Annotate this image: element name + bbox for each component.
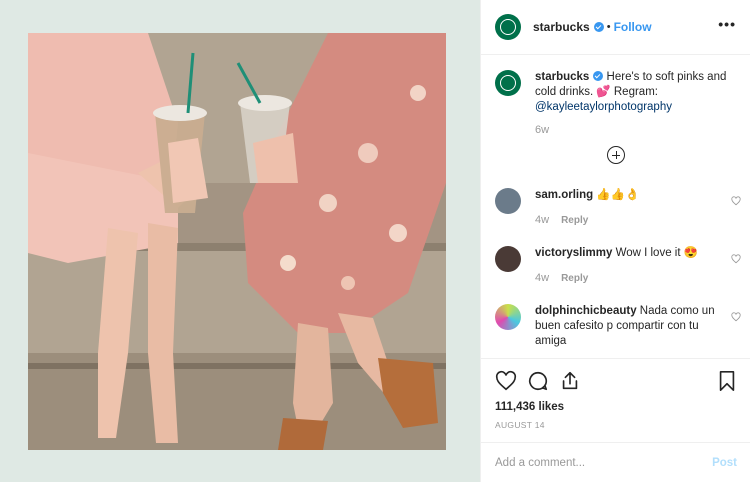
comments-list[interactable]: starbucks Here's to soft pinks and cold …	[481, 56, 750, 358]
more-options-icon[interactable]: •••	[718, 16, 736, 32]
comment-avatar[interactable]	[495, 188, 521, 214]
reply-button[interactable]: Reply	[561, 215, 588, 226]
add-comment-bar: Post	[481, 442, 750, 482]
comment-username[interactable]: victoryslimmy	[535, 247, 612, 259]
comment-text: 👍👍👌	[596, 189, 640, 201]
like-comment-heart-icon[interactable]	[731, 312, 741, 322]
post-date[interactable]: AUGUST 14	[495, 420, 737, 430]
comment-age[interactable]: 4w	[535, 272, 549, 284]
comment-item: victoryslimmy Wow I love it 😍 4w Reply	[481, 246, 750, 286]
starbucks-logo-icon	[500, 19, 516, 35]
load-more-comments-button[interactable]	[481, 146, 750, 164]
verified-badge-icon	[593, 71, 604, 81]
comment-input[interactable]	[495, 456, 713, 469]
separator-dot: •	[606, 21, 611, 33]
bookmark-icon[interactable]	[717, 370, 737, 392]
caption: starbucks Here's to soft pinks and cold …	[481, 56, 750, 138]
starbucks-logo-icon	[500, 75, 516, 91]
follow-button[interactable]: Follow	[614, 20, 652, 34]
post-header: starbucks • Follow •••	[481, 0, 750, 55]
reply-button[interactable]: Reply	[561, 273, 588, 284]
starbucks-avatar[interactable]	[495, 14, 521, 40]
caption-age[interactable]: 6w	[535, 123, 735, 138]
likes-count[interactable]: 111,436 likes	[495, 401, 737, 413]
caption-mention-link[interactable]: @kayleetaylorphotography	[535, 101, 672, 113]
post-photo[interactable]	[28, 33, 446, 450]
post-comment-button[interactable]: Post	[712, 457, 737, 469]
comment-avatar[interactable]	[495, 304, 521, 330]
comment-username[interactable]: sam.orling	[535, 189, 593, 201]
comment-item: sam.orling 👍👍👌 4w Reply	[481, 188, 750, 228]
comment-username[interactable]: dolphinchicbeauty	[535, 305, 637, 317]
like-heart-icon[interactable]	[495, 370, 517, 392]
comment-age[interactable]: 4w	[535, 214, 549, 226]
plus-circle-icon	[607, 146, 625, 164]
comment-avatar[interactable]	[495, 246, 521, 272]
caption-username[interactable]: starbucks	[535, 71, 589, 83]
comment-bubble-icon[interactable]	[527, 370, 549, 392]
header-username[interactable]: starbucks	[533, 20, 604, 34]
like-comment-heart-icon[interactable]	[731, 254, 741, 264]
comment-text: Wow I love it 😍	[615, 247, 699, 259]
comment-item: dolphinchicbeauty Nada como un buen cafe…	[481, 304, 750, 349]
post-actions: 111,436 likes AUGUST 14	[481, 358, 750, 430]
media-panel	[0, 0, 480, 482]
photo-illustration	[28, 33, 446, 450]
caption-avatar[interactable]	[495, 70, 521, 96]
post-sidebar: starbucks • Follow ••• starbucks Here's …	[480, 0, 750, 482]
verified-badge-icon	[593, 22, 604, 32]
like-comment-heart-icon[interactable]	[731, 196, 741, 206]
share-upload-icon[interactable]	[559, 370, 581, 392]
